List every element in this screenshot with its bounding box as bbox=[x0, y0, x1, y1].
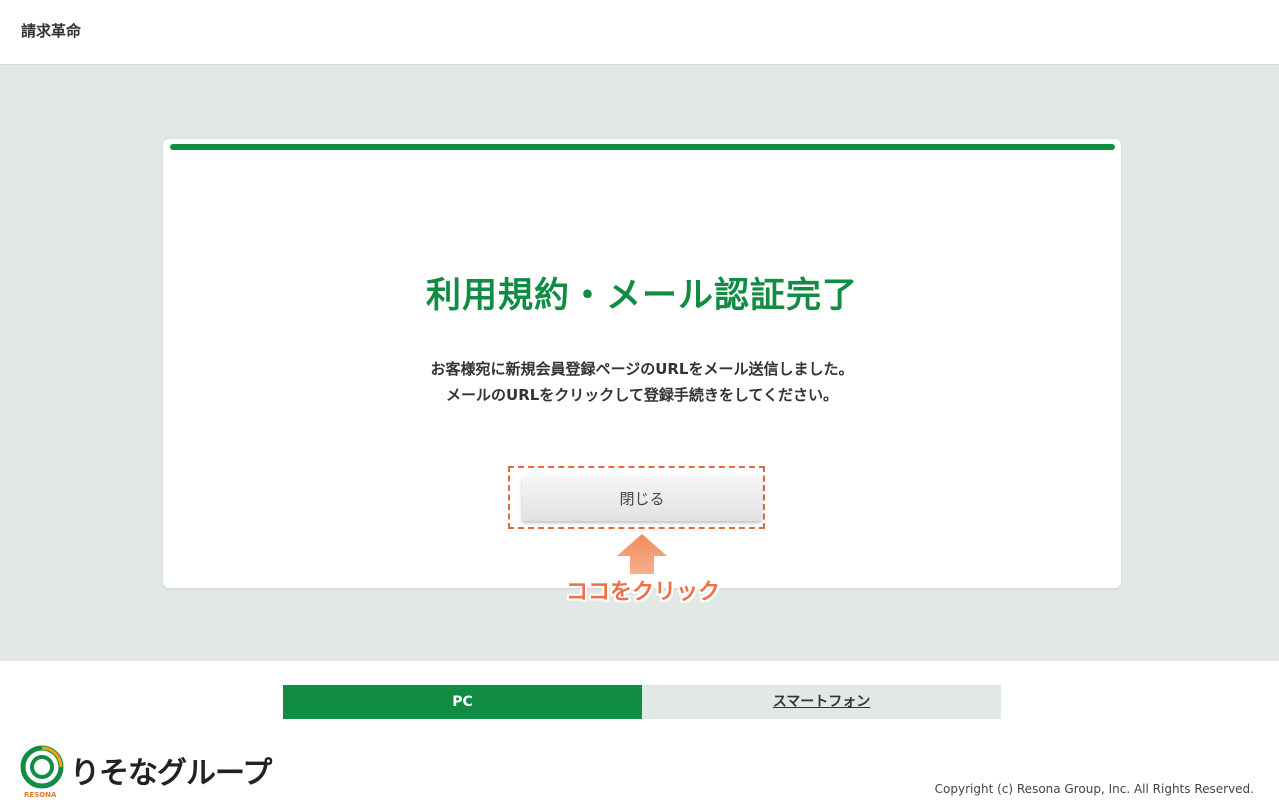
main-area: 利用規約・メール認証完了 お客様宛に新規会員登録ページのURLをメール送信しまし… bbox=[0, 65, 1279, 661]
header: 請求革命 bbox=[0, 0, 1279, 65]
tab-smartphone[interactable]: スマートフォン bbox=[642, 685, 1001, 719]
resona-logo: りそなグループ RESONA bbox=[20, 745, 280, 801]
message-line-1: お客様宛に新規会員登録ページのURLをメール送信しました。 bbox=[430, 360, 854, 378]
logo-subtext: RESONA bbox=[24, 791, 57, 799]
page-title: 利用規約・メール認証完了 bbox=[425, 276, 858, 316]
click-here-callout: ココをクリック bbox=[565, 580, 720, 605]
message-line-2: メールのURLをクリックして登録手続きをしてください。 bbox=[446, 386, 838, 404]
app-title: 請求革命 bbox=[21, 22, 82, 40]
up-arrow-icon bbox=[617, 534, 667, 574]
device-toggle: PC スマートフォン bbox=[283, 685, 1001, 719]
copyright: Copyright (c) Resona Group, Inc. All Rig… bbox=[934, 782, 1254, 796]
tab-pc[interactable]: PC bbox=[283, 685, 642, 719]
close-button[interactable]: 閉じる bbox=[522, 476, 762, 521]
completion-card: 利用規約・メール認証完了 お客様宛に新規会員登録ページのURLをメール送信しまし… bbox=[163, 139, 1121, 605]
confirmation-message: お客様宛に新規会員登録ページのURLをメール送信しました。 メールのURLをクリ… bbox=[163, 356, 1121, 408]
logo-text: りそなグループ bbox=[70, 756, 272, 791]
resona-logo-icon bbox=[20, 745, 64, 789]
card-accent-bar bbox=[170, 144, 1115, 150]
